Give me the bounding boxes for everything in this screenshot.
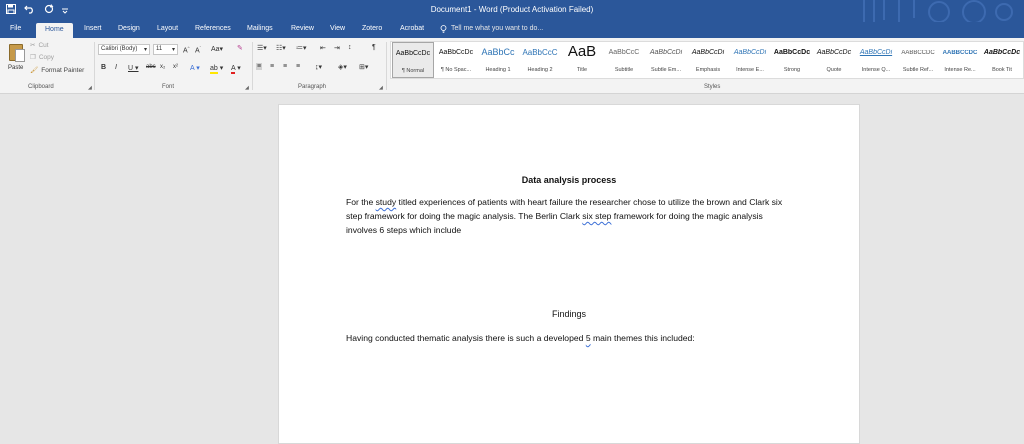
tab-mailings[interactable]: Mailings [247, 25, 273, 32]
style-heading-2[interactable]: AaBbCcC Heading 2 [519, 42, 561, 78]
group-divider [94, 42, 95, 90]
copy-button[interactable]: ❐ Copy [30, 53, 55, 62]
font-group-label: Font [162, 84, 175, 90]
strikethrough-button[interactable]: abc [146, 64, 156, 70]
justify-icon[interactable]: ≡ [296, 63, 300, 70]
highlight-button[interactable]: ab ▾ [210, 64, 223, 74]
borders-icon[interactable]: ⊞▾ [359, 63, 368, 71]
tab-view[interactable]: View [330, 25, 345, 32]
style-emphasis[interactable]: AaBbCcDi Emphasis [687, 42, 729, 78]
document-paragraph-2[interactable]: Having conducted thematic analysis there… [346, 331, 796, 345]
style-heading-1[interactable]: AaBbCc Heading 1 [477, 42, 519, 78]
spelling-flag: study [375, 197, 397, 207]
line-spacing-icon[interactable]: ↨▾ [315, 63, 322, 71]
font-launcher-icon[interactable]: ◢ [245, 85, 249, 91]
style-normal[interactable]: AaBbCcDc ¶ Normal [392, 42, 434, 78]
tell-me-text: Tell me what you want to do... [451, 25, 544, 32]
style-strong[interactable]: AaBbCcDc Strong [771, 42, 813, 78]
font-color-icon: A [231, 65, 236, 74]
tab-layout[interactable]: Layout [157, 25, 178, 32]
document-paragraph-1[interactable]: For the study titled experiences of pati… [346, 195, 796, 237]
shading-icon[interactable]: ◈▾ [338, 63, 347, 71]
paste-icon [9, 44, 25, 62]
align-center-icon[interactable]: ≡ [270, 63, 274, 70]
ribbon: Paste ✂ Cut ❐ Copy 🖌 Format Painter Clip… [0, 38, 1024, 94]
group-divider [252, 42, 253, 90]
chevron-down-icon: ▾ [171, 47, 175, 53]
tab-design[interactable]: Design [118, 25, 140, 32]
clear-formatting-icon[interactable]: ✎ [237, 44, 243, 52]
tab-zotero[interactable]: Zotero [362, 25, 382, 32]
document-workspace: Data analysis process For the study titl… [0, 94, 1024, 444]
format-painter-button[interactable]: 🖌 Format Painter [30, 66, 85, 75]
document-heading-data-analysis: Data analysis process [521, 175, 617, 185]
clipboard-launcher-icon[interactable]: ◢ [88, 85, 92, 91]
multilevel-list-icon[interactable]: ≔▾ [296, 44, 307, 52]
paintbrush-icon: 🖌 [30, 67, 39, 74]
increase-indent-icon[interactable]: ⇥ [334, 44, 340, 52]
paragraph-group-label: Paragraph [298, 84, 327, 90]
paste-button[interactable]: Paste [6, 42, 26, 80]
bold-button[interactable]: B [101, 64, 106, 71]
style-intense-reference[interactable]: AABBCCDC Intense Re... [939, 42, 981, 78]
subscript-button[interactable]: x₂ [160, 64, 165, 70]
tab-references[interactable]: References [195, 25, 231, 32]
styles-gallery: AaBbCcDc ¶ Normal AaBbCcDc ¶ No Spac... … [390, 41, 1024, 79]
copy-label: Copy [38, 53, 55, 61]
pilcrow-icon[interactable]: ¶ [372, 44, 376, 51]
style-book-title[interactable]: AaBbCcDc Book Tit [981, 42, 1023, 78]
chevron-down-icon: ▾ [143, 47, 147, 53]
style-intense-quote[interactable]: AaBbCcDi Intense Q... [855, 42, 897, 78]
italic-button[interactable]: I [115, 64, 117, 71]
styles-group-label: Styles [704, 84, 721, 90]
numbering-icon[interactable]: ☷▾ [276, 44, 286, 52]
font-color-button[interactable]: A ▾ [231, 64, 241, 74]
ribbon-tabs: File Home Insert Design Layout Reference… [0, 22, 1024, 39]
paste-label: Paste [8, 65, 24, 71]
font-size-select[interactable]: 11 ▾ [153, 44, 178, 55]
cut-button[interactable]: ✂ Cut [30, 41, 49, 50]
grammar-flag: six step [582, 211, 612, 221]
align-left-icon[interactable]: ≡ [256, 63, 263, 70]
style-title[interactable]: AaB Title [561, 42, 603, 78]
tab-home[interactable]: Home [36, 23, 73, 39]
style-subtle-reference[interactable]: AABBCCDC Subtle Ref... [897, 42, 939, 78]
style-subtle-emphasis[interactable]: AaBbCcDi Subtle Em... [645, 42, 687, 78]
group-divider [386, 42, 387, 90]
highlighter-icon: ab [210, 65, 218, 74]
lightbulb-icon [440, 25, 447, 35]
cut-label: Cut [38, 41, 49, 49]
format-painter-label: Format Painter [41, 66, 85, 74]
copy-icon: ❐ [30, 54, 36, 61]
superscript-button[interactable]: x² [173, 64, 178, 70]
style-quote[interactable]: AaBbCcDc Quote [813, 42, 855, 78]
shrink-font-button[interactable]: Aˇ [195, 45, 201, 54]
underline-button[interactable]: U ▾ [128, 64, 139, 72]
tab-insert[interactable]: Insert [84, 25, 102, 32]
paragraph-launcher-icon[interactable]: ◢ [379, 85, 383, 91]
grow-font-button[interactable]: A^ [183, 45, 190, 54]
font-name-select[interactable]: Calibri (Body) ▾ [98, 44, 150, 55]
change-case-button[interactable]: Aa▾ [211, 45, 223, 53]
tab-review[interactable]: Review [291, 25, 314, 32]
clipboard-group-label: Clipboard [28, 84, 54, 90]
style-subtitle[interactable]: AaBbCcC Subtitle [603, 42, 645, 78]
document-heading-findings: Findings [551, 309, 587, 319]
tab-file[interactable]: File [10, 25, 21, 32]
tell-me-box[interactable]: Tell me what you want to do... [440, 25, 543, 35]
style-no-spacing[interactable]: AaBbCcDc ¶ No Spac... [435, 42, 477, 78]
text-effects-button[interactable]: A ▾ [190, 64, 200, 72]
bullets-icon[interactable]: ☰▾ [257, 44, 267, 52]
align-right-icon[interactable]: ≡ [283, 63, 287, 70]
title-bar: Document1 - Word (Product Activation Fai… [0, 0, 1024, 24]
tab-acrobat[interactable]: Acrobat [400, 25, 424, 32]
document-page[interactable]: Data analysis process For the study titl… [278, 104, 860, 444]
style-intense-emphasis[interactable]: AaBbCcDi Intense E... [729, 42, 771, 78]
scissors-icon: ✂ [30, 42, 36, 49]
decrease-indent-icon[interactable]: ⇤ [320, 44, 326, 52]
sort-icon[interactable]: ↕ [348, 44, 352, 51]
title-bar-pattern [863, 0, 1013, 24]
